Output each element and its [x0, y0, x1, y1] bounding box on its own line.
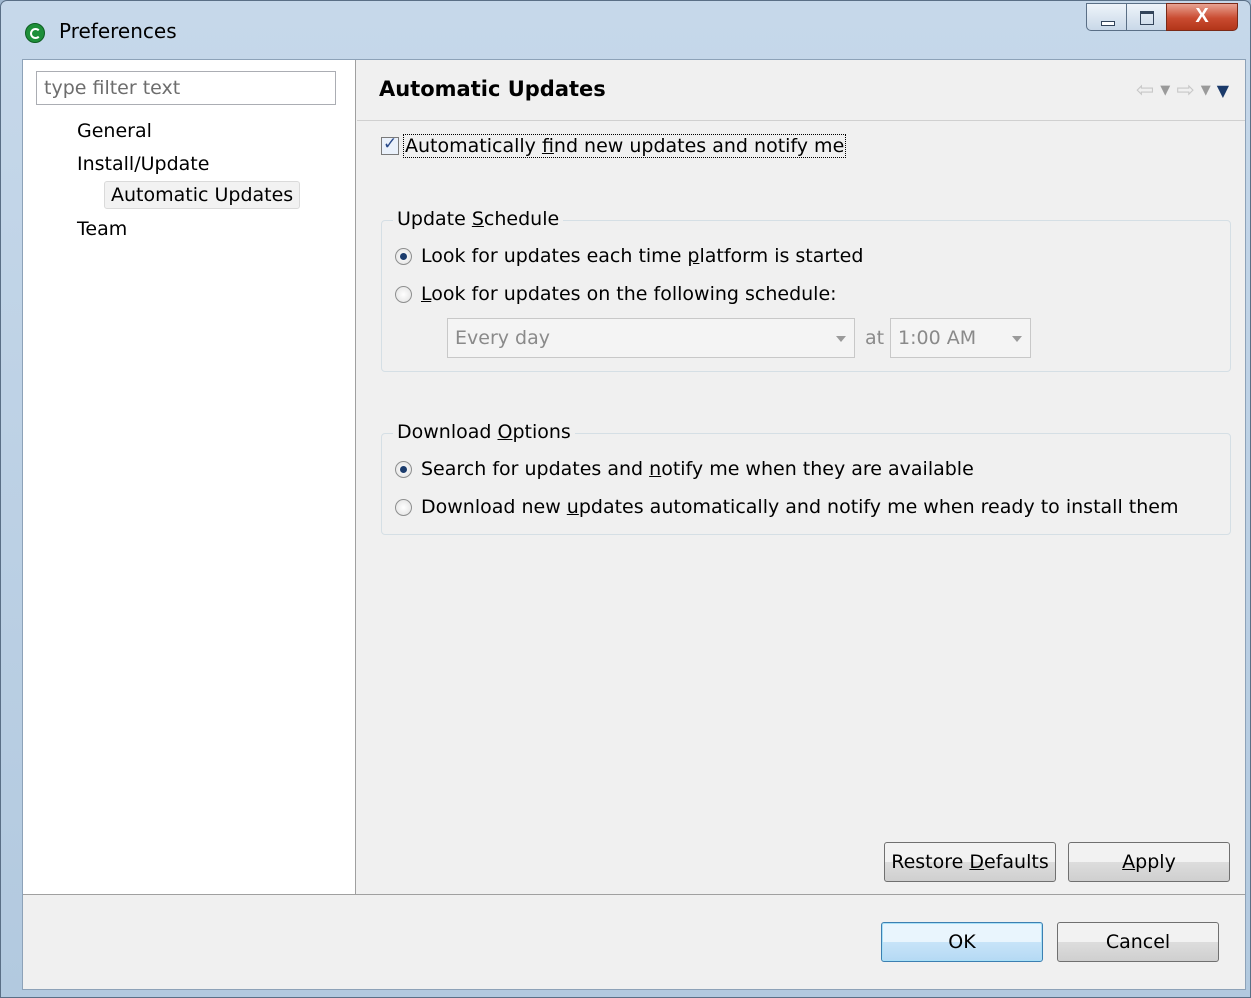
schedule-day-value: Every day	[455, 327, 550, 349]
schedule-on-startup-option[interactable]: Look for updates each time platform is s…	[395, 245, 863, 267]
filter-input[interactable]	[36, 71, 336, 105]
forward-dropdown-icon[interactable]: ▼	[1201, 83, 1211, 98]
schedule-custom-radio[interactable]	[395, 285, 412, 303]
download-automatically-label[interactable]: Download new updates automatically and n…	[421, 496, 1178, 518]
notify-when-available-option[interactable]: Search for updates and notify me when th…	[395, 458, 974, 480]
apply-button[interactable]: Apply	[1068, 842, 1230, 882]
page-title: Automatic Updates	[379, 77, 606, 101]
restore-defaults-button[interactable]: Restore Defaults	[884, 842, 1056, 882]
forward-arrow-icon[interactable]: ⇨	[1176, 78, 1194, 103]
title-bar[interactable]: Preferences X	[1, 1, 1250, 59]
cancel-button[interactable]: Cancel	[1057, 922, 1219, 962]
at-label: at	[865, 327, 885, 349]
schedule-custom-option[interactable]: Look for updates on the following schedu…	[395, 283, 837, 305]
tree-item-team[interactable]: Team	[77, 218, 127, 240]
title-separator	[357, 120, 1245, 121]
download-automatically-option[interactable]: Download new updates automatically and n…	[395, 496, 1178, 518]
auto-find-updates-checkbox[interactable]	[381, 134, 399, 155]
chevron-down-icon	[836, 336, 846, 342]
back-arrow-icon[interactable]: ⇦	[1136, 78, 1154, 103]
update-schedule-title: Update Schedule	[393, 208, 564, 230]
schedule-day-dropdown[interactable]: Every day	[447, 318, 855, 358]
notify-when-available-label[interactable]: Search for updates and notify me when th…	[421, 458, 974, 480]
chevron-down-icon	[1012, 336, 1022, 342]
tree-item-general[interactable]: General	[77, 120, 152, 142]
preferences-window: Preferences X General Install/Update Aut…	[0, 0, 1251, 998]
schedule-custom-label[interactable]: Look for updates on the following schedu…	[421, 283, 837, 305]
tree-item-install-update[interactable]: Install/Update	[77, 153, 209, 175]
schedule-time-value: 1:00 AM	[898, 327, 977, 349]
schedule-on-startup-label[interactable]: Look for updates each time platform is s…	[421, 245, 863, 267]
close-button[interactable]: X	[1166, 3, 1238, 31]
eclipse-app-icon	[25, 23, 45, 43]
window-title: Preferences	[59, 19, 177, 43]
download-options-title: Download Options	[393, 421, 575, 443]
download-options-group	[381, 433, 1231, 535]
auto-find-updates-checkbox-row[interactable]: Automatically find new updates and notif…	[381, 134, 847, 158]
button-bar-separator	[23, 894, 1245, 895]
download-automatically-radio[interactable]	[395, 498, 412, 516]
window-controls: X	[1086, 3, 1238, 33]
ok-button[interactable]: OK	[881, 922, 1043, 962]
notify-when-available-radio[interactable]	[395, 460, 412, 478]
page-navigation: ⇦ ▼ ⇨ ▼ ▼	[1136, 78, 1229, 103]
auto-find-updates-label[interactable]: Automatically find new updates and notif…	[403, 134, 847, 158]
back-dropdown-icon[interactable]: ▼	[1160, 83, 1170, 98]
schedule-on-startup-radio[interactable]	[395, 247, 412, 265]
maximize-button[interactable]	[1126, 3, 1166, 31]
close-icon: X	[1195, 5, 1209, 27]
dialog-client-area: General Install/Update Automatic Updates…	[22, 59, 1246, 990]
minimize-button[interactable]	[1086, 3, 1126, 31]
view-menu-icon[interactable]: ▼	[1217, 81, 1229, 100]
tree-item-automatic-updates[interactable]: Automatic Updates	[104, 181, 301, 209]
preference-page: Automatic Updates ⇦ ▼ ⇨ ▼ ▼ Automaticall…	[357, 60, 1245, 894]
schedule-time-dropdown[interactable]: 1:00 AM	[890, 318, 1031, 358]
preference-tree-pane: General Install/Update Automatic Updates…	[23, 60, 356, 894]
